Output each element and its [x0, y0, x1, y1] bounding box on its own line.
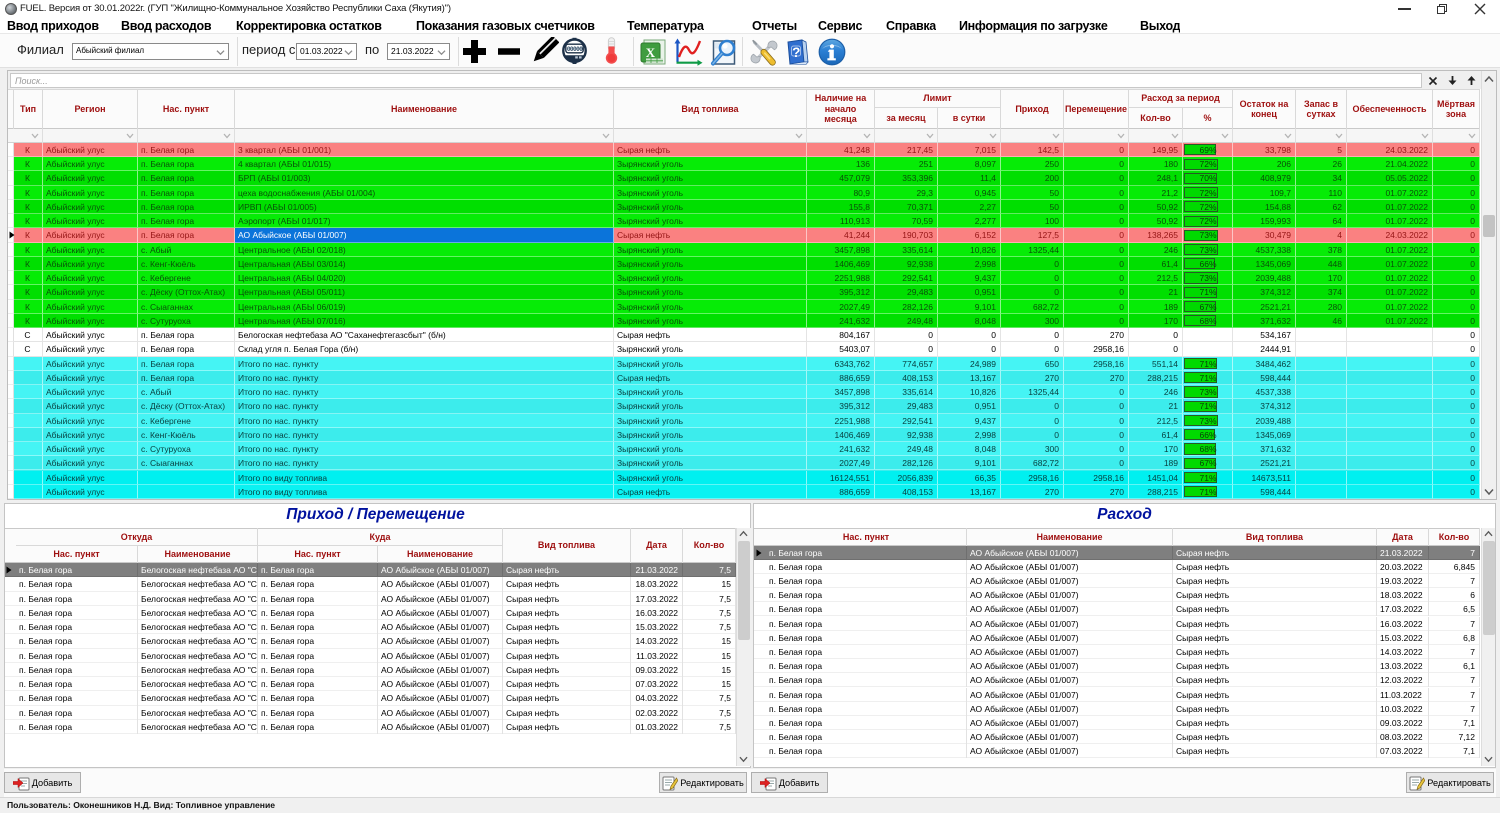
- svg-text:00000: 00000: [567, 46, 583, 53]
- svg-text:X: X: [646, 45, 656, 60]
- svg-text:?: ?: [792, 45, 800, 60]
